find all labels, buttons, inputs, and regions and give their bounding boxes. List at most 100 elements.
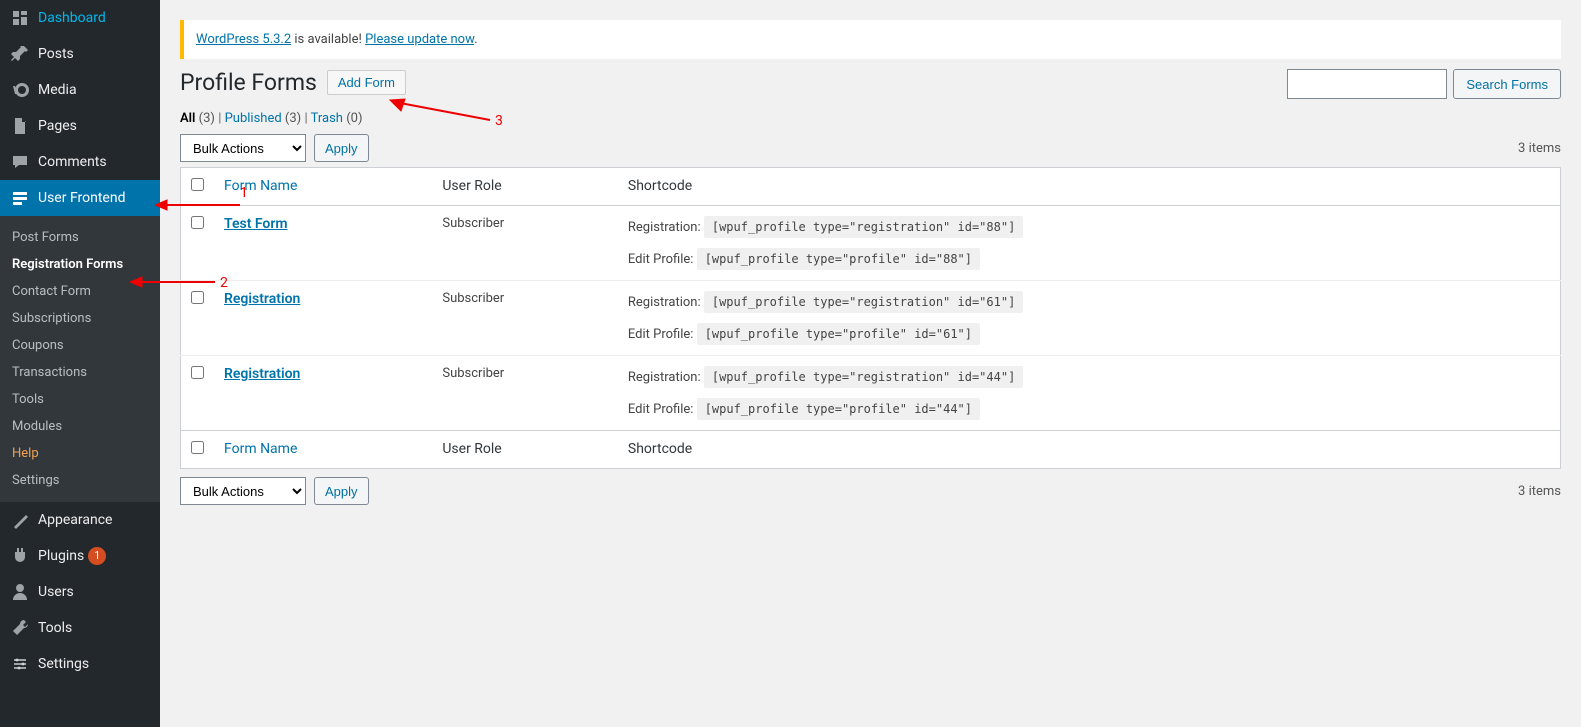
items-count: 3 items <box>1518 141 1561 156</box>
sidebar-item-label: Media <box>38 82 77 98</box>
col-form-name[interactable]: Form Name <box>224 178 297 194</box>
submenu-item-settings[interactable]: Settings <box>0 467 160 494</box>
submenu-item-registration-forms[interactable]: Registration Forms <box>0 251 160 278</box>
user-role-cell: Subscriber <box>432 281 618 356</box>
sidebar-item-label: Comments <box>38 154 107 170</box>
sidebar-item-plugins[interactable]: Plugins1 <box>0 538 160 574</box>
table-row: Registration Subscriber Registration: [wpu… <box>181 356 1561 431</box>
profile-shortcode[interactable]: [wpuf_profile type="profile" id="44"] <box>697 398 980 420</box>
sidebar-item-tools[interactable]: Tools <box>0 610 160 646</box>
media-icon <box>10 80 30 100</box>
submenu-item-help[interactable]: Help <box>0 440 160 467</box>
sidebar-item-label: Posts <box>38 46 74 62</box>
settings-icon <box>10 654 30 674</box>
apply-button[interactable]: Apply <box>314 134 369 162</box>
filter-trash-count: (0) <box>346 111 362 126</box>
sidebar-item-label: User Frontend <box>38 190 125 206</box>
bulk-actions-select-bottom[interactable]: Bulk Actions <box>180 477 306 505</box>
main-content: WordPress 5.3.2 is available! Please upd… <box>160 0 1581 727</box>
sidebar-item-label: Dashboard <box>38 10 106 26</box>
items-count-bottom: 3 items <box>1518 484 1561 499</box>
update-badge: 1 <box>88 547 106 565</box>
edit-profile-label: Edit Profile: <box>628 402 694 417</box>
profile-shortcode[interactable]: [wpuf_profile type="profile" id="61"] <box>697 323 980 345</box>
sidebar-item-dashboard[interactable]: Dashboard <box>0 0 160 36</box>
frontend-icon <box>10 188 30 208</box>
sidebar-item-pages[interactable]: Pages <box>0 108 160 144</box>
submenu-item-tools[interactable]: Tools <box>0 386 160 413</box>
apply-button-bottom[interactable]: Apply <box>314 477 369 505</box>
update-notice: WordPress 5.3.2 is available! Please upd… <box>180 20 1561 59</box>
sidebar-item-media[interactable]: Media <box>0 72 160 108</box>
filter-all[interactable]: All <box>180 111 195 126</box>
sidebar-item-posts[interactable]: Posts <box>0 36 160 72</box>
registration-shortcode[interactable]: [wpuf_profile type="registration" id="44… <box>704 366 1023 388</box>
col-form-name-footer[interactable]: Form Name <box>224 441 297 457</box>
col-user-role: User Role <box>432 168 618 206</box>
submenu-item-post-forms[interactable]: Post Forms <box>0 224 160 251</box>
submenu-item-coupons[interactable]: Coupons <box>0 332 160 359</box>
filter-published[interactable]: Published <box>225 111 282 126</box>
sidebar-submenu: Post FormsRegistration FormsContact Form… <box>0 216 160 502</box>
registration-shortcode[interactable]: [wpuf_profile type="registration" id="88… <box>704 216 1023 238</box>
search-box: Search Forms <box>1287 69 1561 99</box>
user-role-cell: Subscriber <box>432 206 618 281</box>
users-icon <box>10 582 30 602</box>
page-icon <box>10 116 30 136</box>
pin-icon <box>10 44 30 64</box>
wp-version-link[interactable]: WordPress 5.3.2 <box>196 32 291 47</box>
plugin-icon <box>10 546 30 566</box>
update-now-link[interactable]: Please update now <box>365 32 474 47</box>
filter-trash[interactable]: Trash <box>311 111 343 126</box>
submenu-item-subscriptions[interactable]: Subscriptions <box>0 305 160 332</box>
filter-links: All (3) | Published (3) | Trash (0) <box>180 111 1561 126</box>
form-name-link[interactable]: Registration <box>224 291 300 307</box>
search-forms-button[interactable]: Search Forms <box>1453 69 1561 99</box>
sidebar-item-label: Settings <box>38 656 89 672</box>
notice-text: is available! <box>291 32 365 47</box>
dashboard-icon <box>10 8 30 28</box>
sidebar-item-label: Pages <box>38 118 77 134</box>
table-row: Registration Subscriber Registration: [wpu… <box>181 281 1561 356</box>
sidebar-item-label: Tools <box>38 620 72 636</box>
select-all-checkbox[interactable] <box>191 178 204 191</box>
col-shortcode-footer: Shortcode <box>618 431 1561 469</box>
sidebar-item-user-frontend[interactable]: User Frontend <box>0 180 160 216</box>
search-input[interactable] <box>1287 69 1447 99</box>
registration-label: Registration: <box>628 370 701 385</box>
form-name-link[interactable]: Test Form <box>224 216 288 232</box>
filter-all-count: (3) <box>199 111 215 126</box>
sidebar-item-appearance[interactable]: Appearance <box>0 502 160 538</box>
admin-sidebar: Dashboard Posts Media Pages Comments User Fro… <box>0 0 160 727</box>
sidebar-item-settings[interactable]: Settings <box>0 646 160 682</box>
registration-label: Registration: <box>628 220 701 235</box>
registration-label: Registration: <box>628 295 701 310</box>
row-checkbox[interactable] <box>191 366 204 379</box>
user-role-cell: Subscriber <box>432 356 618 431</box>
col-shortcode: Shortcode <box>618 168 1561 206</box>
submenu-item-modules[interactable]: Modules <box>0 413 160 440</box>
row-checkbox[interactable] <box>191 291 204 304</box>
edit-profile-label: Edit Profile: <box>628 252 694 267</box>
bulk-actions-select[interactable]: Bulk Actions <box>180 134 306 162</box>
sidebar-item-users[interactable]: Users <box>0 574 160 610</box>
edit-profile-label: Edit Profile: <box>628 327 694 342</box>
registration-shortcode[interactable]: [wpuf_profile type="registration" id="61… <box>704 291 1023 313</box>
form-name-link[interactable]: Registration <box>224 366 300 382</box>
select-all-checkbox-footer[interactable] <box>191 441 204 454</box>
row-checkbox[interactable] <box>191 216 204 229</box>
add-form-button[interactable]: Add Form <box>327 70 406 95</box>
sidebar-item-comments[interactable]: Comments <box>0 144 160 180</box>
page-title: Profile Forms <box>180 69 317 96</box>
filter-published-count: (3) <box>285 111 301 126</box>
sidebar-item-label: Appearance <box>38 512 112 528</box>
profile-shortcode[interactable]: [wpuf_profile type="profile" id="88"] <box>697 248 980 270</box>
submenu-item-transactions[interactable]: Transactions <box>0 359 160 386</box>
submenu-item-contact-form[interactable]: Contact Form <box>0 278 160 305</box>
col-user-role-footer: User Role <box>432 431 618 469</box>
appearance-icon <box>10 510 30 530</box>
comment-icon <box>10 152 30 172</box>
forms-table: Form Name User Role Shortcode Test Form S… <box>180 167 1561 469</box>
notice-suffix: . <box>474 32 477 47</box>
table-row: Test Form Subscriber Registration: [wpuf_p… <box>181 206 1561 281</box>
